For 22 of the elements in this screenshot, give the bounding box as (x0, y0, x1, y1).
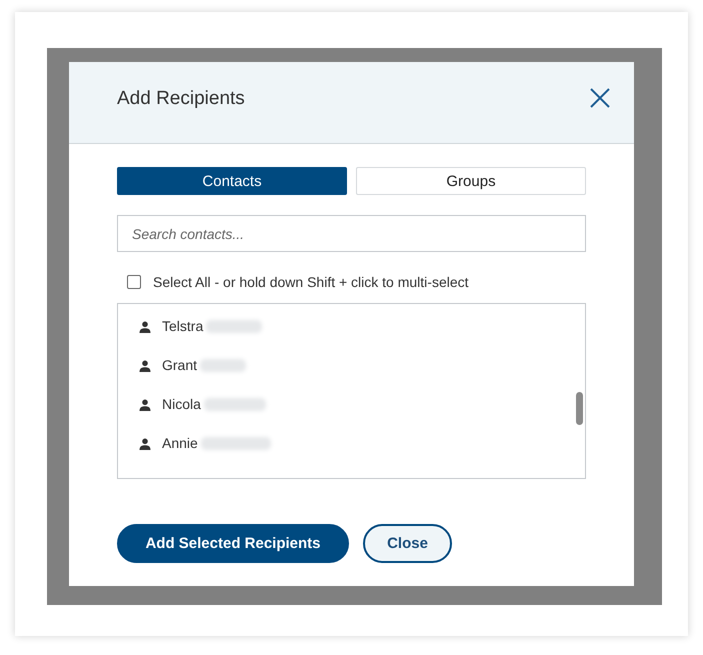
contact-name[interactable]: Grant (162, 357, 198, 373)
tab[interactable]: Groups (356, 167, 586, 195)
redacted-surname (200, 359, 246, 372)
contact-name[interactable]: Nicola (162, 396, 201, 412)
checkbox[interactable] (127, 274, 141, 288)
person-icon (139, 399, 151, 411)
redacted-surname (204, 398, 266, 411)
redacted-surname (206, 320, 262, 333)
scrollbar-thumb[interactable] (576, 392, 583, 425)
redacted-surname (200, 437, 271, 450)
contact-name[interactable]: Annie (162, 435, 198, 451)
contact-name[interactable]: Telstra (162, 318, 204, 334)
person-icon (139, 321, 151, 333)
person-icon (139, 360, 151, 372)
dialog-title: Add Recipients (117, 88, 245, 110)
person-icon (139, 438, 151, 450)
tab[interactable]: Contacts (117, 167, 347, 195)
close-button[interactable]: Close (363, 524, 452, 563)
close-icon[interactable] (589, 87, 611, 109)
search-field[interactable]: Search contacts... (117, 215, 586, 252)
add-button[interactable]: Add Selected Recipients (117, 524, 349, 563)
select-all-label: Select All - or hold down Shift + click to multi-select (153, 274, 469, 290)
